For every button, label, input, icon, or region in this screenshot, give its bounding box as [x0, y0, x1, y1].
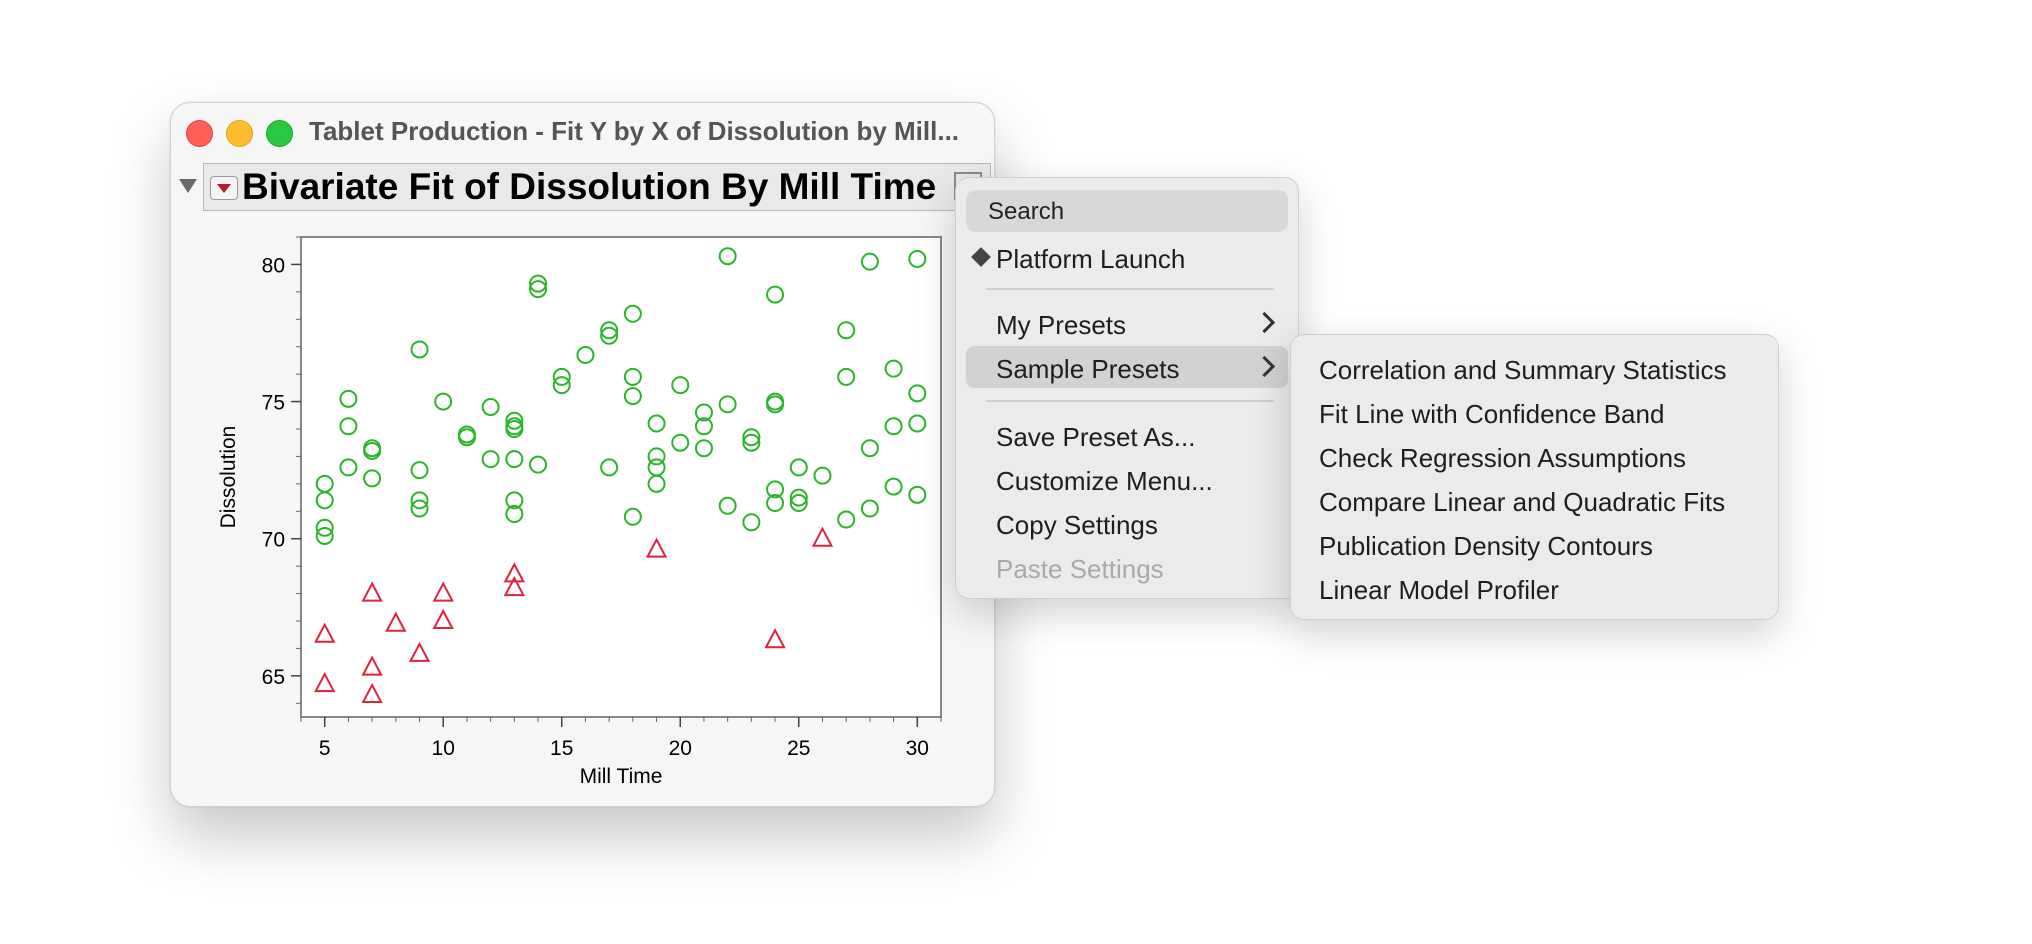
submenu-item-label: Publication Density Contours	[1319, 531, 1653, 561]
submenu-item-density-contours[interactable]: Publication Density Contours	[1301, 523, 1766, 565]
report-title: Bivariate Fit of Dissolution By Mill Tim…	[242, 166, 937, 207]
report-window: Tablet Production - Fit Y by X of Dissol…	[170, 102, 995, 807]
menu-item-sample-presets[interactable]: Sample Presets	[966, 346, 1288, 388]
submenu-item-correlation-summary[interactable]: Correlation and Summary Statistics	[1301, 347, 1766, 389]
window-title: Tablet Production - Fit Y by X of Dissol…	[309, 116, 960, 146]
disclosure-triangle-icon[interactable]	[179, 179, 197, 193]
menu-search-field[interactable]: Search	[966, 190, 1288, 232]
y-axis-label: Dissolution	[217, 426, 240, 529]
sample-presets-submenu: Correlation and Summary Statistics Fit L…	[1290, 334, 1779, 620]
submenu-item-compare-fits[interactable]: Compare Linear and Quadratic Fits	[1301, 479, 1766, 521]
y-tick-label: 80	[262, 254, 285, 277]
submenu-item-label: Linear Model Profiler	[1319, 575, 1559, 605]
diamond-icon	[971, 247, 991, 267]
submenu-item-label: Check Regression Assumptions	[1319, 443, 1687, 473]
y-tick-label: 65	[262, 666, 285, 689]
x-axis-label: Mill Time	[580, 765, 663, 788]
menu-item-my-presets[interactable]: My Presets	[966, 302, 1288, 344]
report-header: Bivariate Fit of Dissolution By Mill Tim…	[203, 163, 991, 211]
x-tick-label: 30	[906, 737, 929, 760]
chart-area: 65 70 75 80 5 10 15 20 25 30 Mill Time Dissolution	[171, 217, 994, 806]
menu-item-customize-menu[interactable]: Customize Menu...	[966, 458, 1288, 500]
menu-item-label: Copy Settings	[996, 510, 1158, 540]
menu-item-label: My Presets	[996, 310, 1127, 340]
menu-item-copy-settings[interactable]: Copy Settings	[966, 502, 1288, 544]
plot-frame	[300, 236, 942, 718]
menu-item-label: Save Preset As...	[996, 422, 1196, 452]
menu-item-label: Sample Presets	[996, 354, 1180, 384]
close-button[interactable]	[186, 120, 213, 147]
menu-separator	[986, 288, 1274, 290]
submenu-item-label: Fit Line with Confidence Band	[1319, 399, 1665, 429]
maximize-button[interactable]	[266, 120, 293, 147]
x-tick-label: 5	[319, 737, 331, 760]
chevron-right-icon	[1253, 311, 1276, 334]
submenu-item-label: Correlation and Summary Statistics	[1319, 355, 1727, 385]
menu-item-paste-settings: Paste Settings	[966, 546, 1288, 588]
red-triangle-menu-icon[interactable]	[210, 176, 238, 200]
submenu-item-check-regression[interactable]: Check Regression Assumptions	[1301, 435, 1766, 477]
x-tick-label: 10	[432, 737, 455, 760]
menu-item-save-preset-as[interactable]: Save Preset As...	[966, 414, 1288, 456]
menu-item-label: Customize Menu...	[996, 466, 1213, 496]
menu-item-label: Platform Launch	[996, 244, 1186, 274]
menu-separator	[986, 400, 1274, 402]
scatter-plot: 65 70 75 80 5 10 15 20 25 30 Mill Time Dissolution	[217, 236, 942, 788]
context-menu: Search Platform Launch My Presets Sample…	[955, 177, 1299, 599]
minimize-button[interactable]	[226, 120, 253, 147]
menu-item-platform-launch[interactable]: Platform Launch	[966, 236, 1288, 278]
menu-item-label: Paste Settings	[996, 554, 1164, 584]
y-tick-label: 70	[262, 529, 285, 552]
chevron-right-icon	[1253, 355, 1276, 378]
submenu-item-linear-model-profiler[interactable]: Linear Model Profiler	[1301, 567, 1766, 609]
y-tick-label: 75	[262, 392, 285, 415]
title-bar[interactable]: Tablet Production - Fit Y by X of Dissol…	[171, 103, 994, 159]
x-tick-label: 25	[787, 737, 810, 760]
submenu-item-label: Compare Linear and Quadratic Fits	[1319, 487, 1726, 517]
menu-search-placeholder: Search	[988, 198, 1065, 225]
x-tick-label: 20	[669, 737, 692, 760]
submenu-item-fit-line-confidence[interactable]: Fit Line with Confidence Band	[1301, 391, 1766, 433]
x-tick-label: 15	[550, 737, 573, 760]
